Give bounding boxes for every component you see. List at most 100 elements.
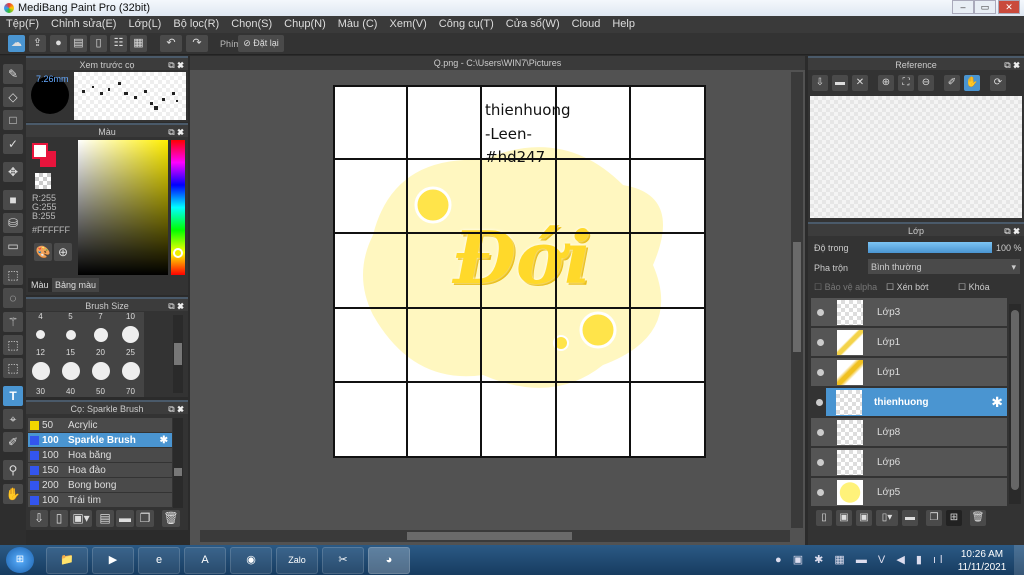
brush-list-item[interactable]: 150 Hoa đào <box>28 463 172 478</box>
reference-view[interactable] <box>810 96 1022 218</box>
menu-file[interactable]: Tệp(F) <box>0 16 45 33</box>
brush-size-option[interactable]: 12 <box>26 348 55 357</box>
rectangle-tool-icon[interactable]: □ <box>3 110 23 130</box>
brush-settings-icon[interactable]: ▤ <box>96 510 114 527</box>
layer-scrollbar[interactable] <box>1009 304 1021 504</box>
redo-icon[interactable]: ↷ <box>186 35 208 52</box>
visibility-eye-icon[interactable] <box>816 399 823 406</box>
saturation-value-picker[interactable] <box>78 140 168 275</box>
note-icon[interactable]: ▤ <box>70 35 87 52</box>
fit-icon[interactable]: ⛶ <box>898 75 914 91</box>
brush-size-option[interactable]: 5 <box>56 312 85 321</box>
delete-icon[interactable]: 🗑 <box>162 510 180 527</box>
move-tool-icon[interactable]: ✥ <box>3 162 23 182</box>
brush-list-scrollbar[interactable] <box>173 418 183 508</box>
visibility-eye-icon[interactable] <box>817 459 824 466</box>
duplicate-layer-icon[interactable]: ❐ <box>926 510 942 526</box>
layer-item[interactable]: Lớp6 <box>811 448 1007 477</box>
cloud-icon[interactable]: ☁ <box>8 35 25 52</box>
layer-item[interactable]: Lớp3 <box>811 298 1007 327</box>
page-icon[interactable]: ▯ <box>90 35 107 52</box>
brush-size-option[interactable]: 70 <box>116 387 145 396</box>
clipping-checkbox[interactable]: ☐ Xén bớt <box>886 282 929 293</box>
vertical-scrollbar[interactable] <box>791 72 803 528</box>
brush-size-scrollbar[interactable] <box>173 315 183 393</box>
clock-time[interactable]: 10:26 AM <box>956 549 1008 560</box>
menu-color[interactable]: Màu (C) <box>332 16 384 33</box>
grid-icon[interactable]: ▦ <box>130 35 147 52</box>
brush-size-option[interactable]: 25 <box>116 348 145 357</box>
comment-icon[interactable]: ● <box>50 35 67 52</box>
brush-list-item[interactable]: 50 Acrylic <box>28 418 172 433</box>
lock-checkbox[interactable]: ☐ Khóa <box>958 282 990 293</box>
palette-icon[interactable]: 🎨 <box>34 243 52 261</box>
brush-tool-icon[interactable]: ✎ <box>3 64 23 84</box>
opacity-slider[interactable] <box>868 242 992 253</box>
brush-size-option[interactable]: 10 <box>116 312 145 321</box>
menu-edit[interactable]: Chỉnh sửa(E) <box>45 16 122 33</box>
taskbar-app-ie[interactable]: e <box>138 547 180 574</box>
duplicate-icon[interactable]: ❐ <box>136 510 154 527</box>
layer-item[interactable]: Lớp5 <box>811 478 1007 507</box>
panel-close-icon[interactable]: ⧉ ✖ <box>168 58 184 72</box>
foreground-color-swatch[interactable] <box>32 143 48 159</box>
brush-size-option[interactable]: 50 <box>86 387 115 396</box>
new-1bit-layer-icon[interactable]: ▣ <box>856 510 872 526</box>
menu-layer[interactable]: Lớp(L) <box>122 16 167 33</box>
text-tool-icon[interactable]: T <box>3 386 23 406</box>
menu-filter[interactable]: Bộ lọc(R) <box>167 16 225 33</box>
cloud-download-icon[interactable]: ⇩ <box>30 510 48 527</box>
taskbar-app-medibang[interactable]: ◕ <box>368 547 410 574</box>
menu-help[interactable]: Help <box>606 16 641 33</box>
menu-tools[interactable]: Công cụ(T) <box>433 16 500 33</box>
brush-list-item[interactable]: 200 Bong bong <box>28 478 172 493</box>
close-reference-icon[interactable]: ✕ <box>852 75 868 91</box>
blend-mode-select[interactable]: Bình thường ▾ <box>868 259 1020 274</box>
panel-close-icon[interactable]: ⧉ ✖ <box>168 299 184 313</box>
menu-window[interactable]: Cửa sổ(W) <box>500 16 566 33</box>
fill-rect-tool-icon[interactable]: ■ <box>3 190 23 210</box>
visibility-eye-icon[interactable] <box>817 489 824 496</box>
maximize-button[interactable]: ▭ <box>974 0 996 14</box>
new-layer-icon[interactable]: ▯ <box>816 510 832 526</box>
canvas[interactable]: Đới thienhuong -Leen- #hd247 <box>333 85 706 458</box>
zoom-out-icon[interactable]: ⊖ <box>918 75 934 91</box>
show-desktop-button[interactable] <box>1014 545 1024 575</box>
close-button[interactable]: ✕ <box>998 0 1020 14</box>
eraser-tool-icon[interactable]: ◇ <box>3 87 23 107</box>
brush-size-option[interactable]: 15 <box>56 348 85 357</box>
brush-size-option[interactable]: 4 <box>26 312 55 321</box>
start-button[interactable]: ⊞ <box>6 547 34 573</box>
taskbar-app-zalo[interactable]: Zalo <box>276 547 318 574</box>
taskbar-app-snipping[interactable]: ✂ <box>322 547 364 574</box>
menu-select[interactable]: Chọn(S) <box>225 16 278 33</box>
add-layer-dropdown-icon[interactable]: ▯▾ <box>876 510 898 526</box>
tab-color[interactable]: Màu <box>28 278 52 292</box>
menu-cloud[interactable]: Cloud <box>566 16 607 33</box>
taskbar-app-explorer[interactable]: 📁 <box>46 547 88 574</box>
visibility-eye-icon[interactable] <box>817 369 824 376</box>
hue-slider[interactable] <box>171 140 185 275</box>
select-pen-icon[interactable]: ⬚ <box>3 335 23 355</box>
gear-icon[interactable]: ✱ <box>991 394 1003 411</box>
visibility-eye-icon[interactable] <box>817 339 824 346</box>
dot-tool-icon[interactable]: ✓ <box>3 134 23 154</box>
operation-tool-icon[interactable]: ⌖ <box>3 409 23 429</box>
canvas-area[interactable]: Q.png - C:\Users\WIN7\Pictures Đới thien… <box>190 56 805 545</box>
document-tab[interactable]: Q.png - C:\Users\WIN7\Pictures <box>190 56 805 70</box>
tab-palette[interactable]: Bảng màu <box>52 278 100 292</box>
share-icon[interactable]: ⇪ <box>29 35 46 52</box>
eyedropper-icon[interactable]: ✐ <box>944 75 960 91</box>
minimize-button[interactable]: – <box>952 0 974 14</box>
visibility-eye-icon[interactable] <box>817 309 824 316</box>
page-list-icon[interactable]: ☷ <box>110 35 127 52</box>
taskbar-app-chrome[interactable]: ◉ <box>230 547 272 574</box>
brush-list-item[interactable]: 100 Hoa băng <box>28 448 172 463</box>
palette-add-icon[interactable]: ⊕ <box>54 243 72 261</box>
panel-close-icon[interactable]: ⧉ ✖ <box>168 402 184 416</box>
folder-icon[interactable]: ▬ <box>116 510 134 527</box>
select-eraser-icon[interactable]: ⬚ <box>3 358 23 378</box>
hue-handle[interactable] <box>173 248 183 258</box>
menu-snap[interactable]: Chụp(N) <box>278 16 332 33</box>
taskbar-app-pdf[interactable]: A <box>184 547 226 574</box>
